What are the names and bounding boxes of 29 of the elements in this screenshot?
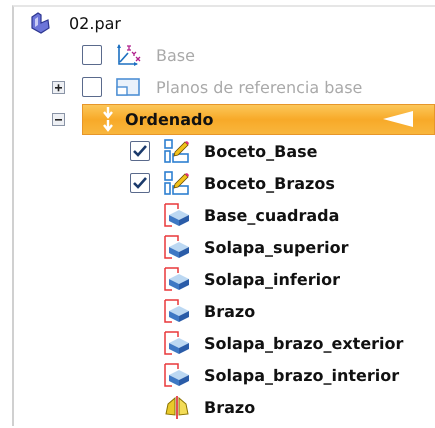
part-icon bbox=[29, 11, 51, 35]
extrusion-icon bbox=[164, 363, 190, 387]
tree-item-label[interactable]: Brazo bbox=[204, 398, 256, 416]
tree-item-label[interactable]: Boceto_Base bbox=[204, 142, 318, 160]
sketch-icon bbox=[164, 139, 190, 163]
extrusion-icon bbox=[164, 203, 190, 227]
tree-item-label[interactable]: 02.par bbox=[69, 14, 121, 32]
tree-item-label[interactable]: Base_cuadrada bbox=[204, 206, 340, 224]
sketch-icon bbox=[164, 171, 190, 195]
triangle-marker-icon bbox=[382, 110, 414, 128]
extrusion-icon bbox=[164, 299, 190, 323]
tree-item-label[interactable]: Solapa_brazo_exterior bbox=[204, 334, 404, 352]
expander-icon[interactable] bbox=[52, 112, 65, 126]
tree-item-label[interactable]: Brazo bbox=[204, 302, 256, 320]
tree-item-label[interactable]: Solapa_brazo_interior bbox=[204, 366, 400, 384]
selected-row-highlight[interactable]: Ordenado bbox=[82, 104, 435, 134]
coordinate-axes-icon bbox=[116, 43, 142, 67]
checkbox[interactable] bbox=[130, 141, 150, 161]
extrusion-icon bbox=[164, 267, 190, 291]
tree-item-label[interactable]: Ordenado bbox=[125, 110, 214, 128]
plane-icon bbox=[116, 78, 140, 96]
checkbox[interactable] bbox=[130, 173, 150, 193]
mirror-icon bbox=[164, 395, 190, 419]
extrusion-icon bbox=[164, 235, 190, 259]
tree-item-label[interactable]: Solapa_inferior bbox=[204, 270, 340, 288]
tree-item-label[interactable]: Boceto_Brazos bbox=[204, 174, 335, 192]
extrusion-icon bbox=[164, 331, 190, 355]
tree-item-label[interactable]: Solapa_superior bbox=[204, 238, 349, 256]
arrows-icon bbox=[101, 106, 115, 132]
